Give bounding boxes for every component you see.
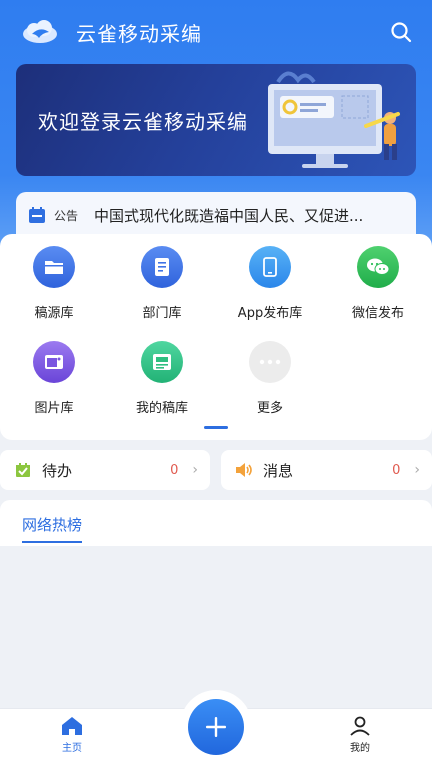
add-button[interactable] [188,699,244,755]
user-icon [350,716,370,736]
tab-hot-list[interactable]: 网络热榜 [22,514,83,543]
grid-item-app-publish[interactable]: App发布库 [216,234,324,324]
nav-home-label: 主页 [62,743,82,754]
wechat-icon [367,258,390,275]
grid-item-manuscript-source[interactable]: 稿源库 [0,234,108,324]
more-icon [259,359,281,365]
grid-item-more[interactable]: 更多 [216,329,324,419]
grid-item-label: 图片库 [34,401,74,416]
home-icon [62,717,82,735]
grid-item-label: 部门库 [142,306,182,321]
todo-label: 待办 [42,461,73,480]
grid-item-label: App发布库 [237,306,303,321]
page-indicator [204,426,228,429]
grid-item-label: 稿源库 [34,306,74,321]
speaker-icon [236,463,252,477]
todo-card[interactable]: 待办 0 › [0,450,210,490]
todo-icon [16,463,30,477]
announcement-text[interactable]: 中国式现代化既造福中国人民、又促进... [94,205,394,226]
todo-count: 0 [170,462,179,478]
image-icon [45,355,63,369]
search-button[interactable] [386,17,416,47]
grid-item-label: 我的稿库 [135,401,188,416]
chevron-right-icon: › [414,462,420,478]
message-card[interactable]: 消息 0 › [221,450,432,490]
grid-item-image-library[interactable]: 图片库 [0,329,108,419]
message-count: 0 [392,462,401,478]
chevron-right-icon: › [192,462,198,478]
nav-mine-label: 我的 [350,743,370,754]
app-header: 云雀移动采编 [0,0,432,64]
welcome-banner[interactable]: 欢迎登录云雀移动采编 [16,64,416,176]
manuscript-icon [153,354,171,370]
computer-illustration [268,71,400,168]
message-label: 消息 [263,461,294,480]
cloud-bird-logo [23,20,57,43]
announcement-bar[interactable]: 公告 中国式现代化既造福中国人民、又促进... [16,192,416,238]
app-title: 云雀移动采编 [76,21,202,46]
phone-icon [263,257,277,277]
grid-item-wechat-publish[interactable]: 微信发布 [324,234,432,324]
announcement-label: 公告 [54,208,79,223]
calendar-icon [29,207,45,223]
grid-item-department[interactable]: 部门库 [108,234,216,324]
banner-title: 欢迎登录云雀移动采编 [38,110,248,134]
search-icon [391,22,412,43]
folder-icon [45,261,63,274]
document-icon [155,258,169,276]
grid-item-label: 微信发布 [351,306,404,321]
grid-item-my-manuscripts[interactable]: 我的稿库 [108,329,216,419]
nav-home[interactable]: 主页 [42,716,102,758]
nav-mine[interactable]: 我的 [330,716,390,758]
grid-item-label: 更多 [256,401,283,416]
function-grid: 稿源库 部门库 App发布库 微信发布 图片库 我的稿库 更多 [0,234,432,440]
hot-list-section: 网络热榜 [0,500,432,546]
plus-icon [206,717,226,737]
